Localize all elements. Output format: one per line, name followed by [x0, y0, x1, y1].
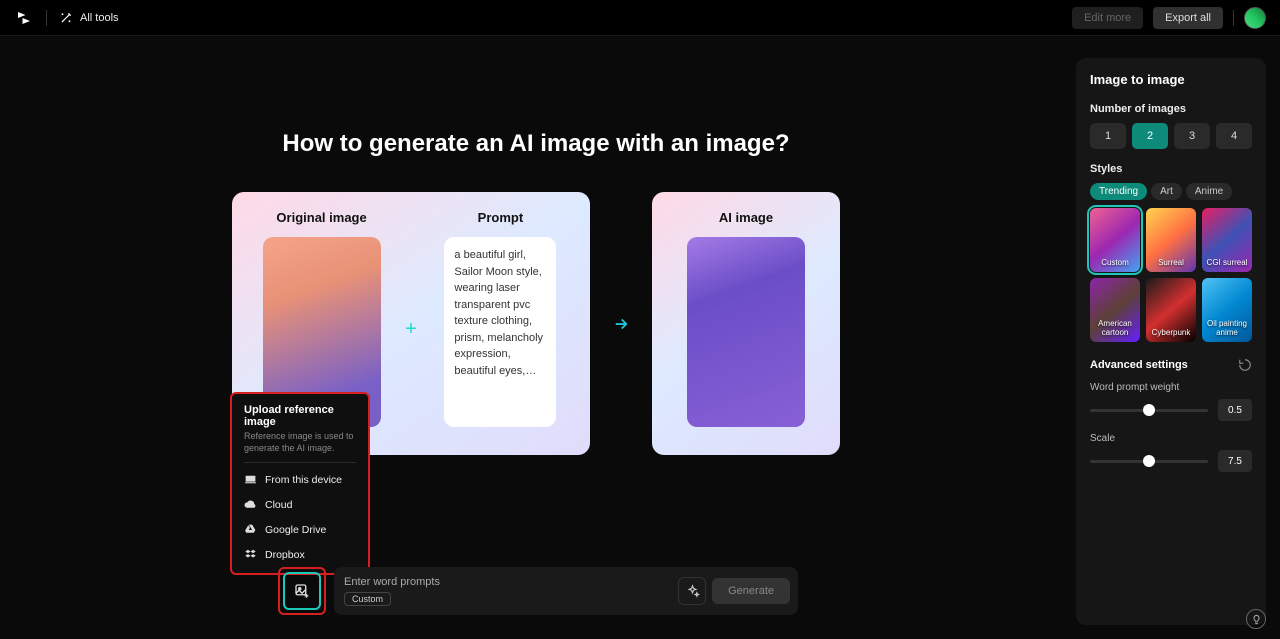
num-option-1[interactable]: 1 — [1090, 123, 1126, 149]
prompt-text: a beautiful girl, Sailor Moon style, wea… — [444, 237, 556, 427]
user-avatar[interactable] — [1244, 7, 1266, 29]
original-image-label: Original image — [276, 210, 366, 225]
upload-image-highlight — [278, 567, 326, 615]
advanced-settings-label: Advanced settings — [1090, 359, 1188, 371]
upload-item-label: Google Drive — [265, 524, 326, 536]
magic-prompt-button[interactable] — [678, 577, 706, 605]
ai-image-thumb — [687, 237, 805, 427]
main-area: How to generate an AI image with an imag… — [0, 36, 1072, 639]
style-tile-custom[interactable]: Custom — [1090, 208, 1140, 272]
upload-from-cloud[interactable]: Cloud — [244, 492, 356, 517]
style-chip[interactable]: Custom — [344, 592, 391, 606]
header-divider-2 — [1233, 10, 1234, 26]
slider-thumb[interactable] — [1143, 455, 1155, 467]
output-card: AI image — [652, 192, 840, 455]
word-weight-label: Word prompt weight — [1090, 382, 1252, 393]
upload-image-button[interactable] — [283, 572, 321, 610]
export-all-button[interactable]: Export all — [1153, 7, 1223, 29]
prompt-bar-area: Enter word prompts Custom Generate — [278, 563, 798, 619]
upload-popup-title: Upload reference image — [244, 404, 356, 428]
style-tab-art[interactable]: Art — [1151, 183, 1182, 200]
device-icon — [244, 473, 257, 486]
page-title: How to generate an AI image with an imag… — [282, 130, 789, 158]
style-tile-oil[interactable]: Oil painting anime — [1202, 278, 1252, 342]
num-images-label: Number of images — [1090, 103, 1252, 115]
edit-more-button[interactable]: Edit more — [1072, 7, 1143, 29]
upload-from-device[interactable]: From this device — [244, 467, 356, 492]
reset-advanced-button[interactable] — [1238, 358, 1252, 372]
num-option-4[interactable]: 4 — [1216, 123, 1252, 149]
scale-value: 7.5 — [1218, 450, 1252, 472]
help-button[interactable] — [1246, 609, 1266, 629]
style-tile-american[interactable]: American cartoon — [1090, 278, 1140, 342]
num-option-3[interactable]: 3 — [1174, 123, 1210, 149]
upload-from-gdrive[interactable]: Google Drive — [244, 517, 356, 542]
arrow-right-icon — [610, 315, 632, 333]
generate-button[interactable]: Generate — [712, 578, 790, 604]
cloud-icon — [244, 498, 257, 511]
header-divider — [46, 10, 47, 26]
scale-slider[interactable] — [1090, 460, 1208, 463]
upload-popup-sep — [244, 462, 356, 463]
style-tab-trending[interactable]: Trending — [1090, 183, 1147, 200]
num-option-2[interactable]: 2 — [1132, 123, 1168, 149]
prompt-label: Prompt — [478, 210, 524, 225]
plus-icon: + — [405, 318, 417, 341]
settings-panel: Image to image Number of images 1 2 3 4 … — [1076, 58, 1266, 625]
word-weight-value: 0.5 — [1218, 399, 1252, 421]
all-tools-label: All tools — [80, 12, 119, 24]
upload-reference-popup: Upload reference image Reference image i… — [230, 392, 370, 575]
prompt-bar: Enter word prompts Custom Generate — [334, 567, 798, 615]
style-grid: Custom Surreal CGI surreal American cart… — [1090, 208, 1252, 342]
word-weight-slider[interactable] — [1090, 409, 1208, 412]
style-tab-anime[interactable]: Anime — [1186, 183, 1232, 200]
panel-title: Image to image — [1090, 72, 1252, 87]
slider-thumb[interactable] — [1143, 404, 1155, 416]
prompt-input[interactable]: Enter word prompts — [344, 576, 678, 588]
style-tile-cyber[interactable]: Cyberpunk — [1146, 278, 1196, 342]
styles-label: Styles — [1090, 163, 1252, 175]
gdrive-icon — [244, 523, 257, 536]
upload-popup-desc: Reference image is used to generate the … — [244, 431, 356, 454]
upload-item-label: From this device — [265, 474, 342, 486]
wand-icon — [59, 11, 73, 25]
style-tabs: Trending Art Anime — [1090, 183, 1252, 200]
upload-item-label: Cloud — [265, 499, 292, 511]
scale-label: Scale — [1090, 433, 1252, 444]
style-tile-cgi[interactable]: CGI surreal — [1202, 208, 1252, 272]
all-tools-button[interactable]: All tools — [59, 11, 119, 25]
style-tile-surreal[interactable]: Surreal — [1146, 208, 1196, 272]
num-images-selector: 1 2 3 4 — [1090, 123, 1252, 149]
app-header: All tools Edit more Export all — [0, 0, 1280, 36]
upload-item-label: Dropbox — [265, 549, 305, 561]
app-logo-icon[interactable] — [14, 8, 34, 28]
dropbox-icon — [244, 548, 257, 561]
ai-image-label: AI image — [719, 210, 773, 225]
